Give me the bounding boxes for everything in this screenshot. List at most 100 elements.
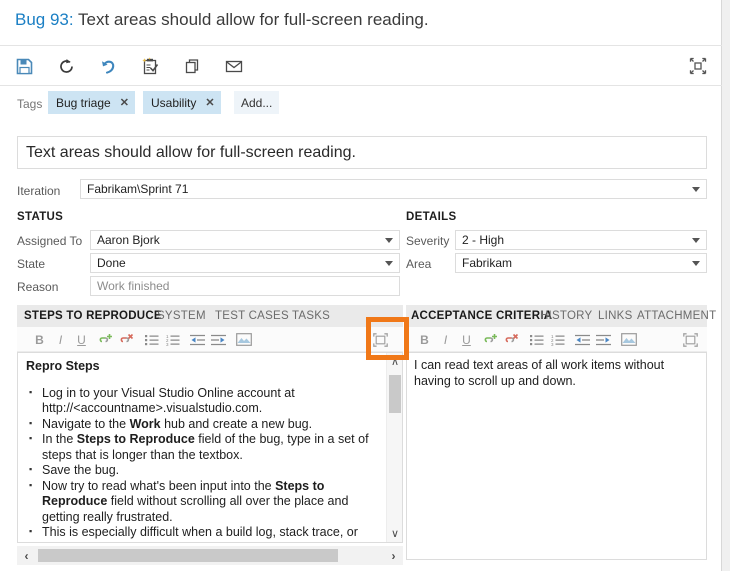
bulleted-list-icon[interactable]: [141, 329, 162, 350]
list-item: Now try to read what's been input into t…: [29, 478, 377, 526]
tab-system[interactable]: SYSTEM: [157, 305, 206, 327]
tab-history[interactable]: HISTORY: [540, 305, 592, 327]
list-item: This is especially difficult when a buil…: [29, 524, 377, 542]
assigned-to-value: Aaron Bjork: [97, 233, 160, 247]
maximize-editor-icon[interactable]: [680, 329, 701, 350]
bulleted-list-icon[interactable]: [526, 329, 547, 350]
state-value: Done: [97, 256, 126, 270]
repro-steps-heading: Repro Steps: [26, 359, 100, 373]
steps-to-reproduce-editor[interactable]: Repro Steps Log in to your Visual Studio…: [17, 352, 403, 543]
bold-glyph: B: [420, 332, 429, 347]
acceptance-criteria-text: I can read text areas of all work items …: [414, 358, 665, 388]
underline-icon[interactable]: U: [71, 329, 92, 350]
maximize-editor-icon[interactable]: [370, 329, 391, 350]
tab-links[interactable]: LINKS: [598, 305, 633, 327]
list-item: Navigate to the Work hub and create a ne…: [29, 416, 377, 433]
refresh-icon[interactable]: [51, 52, 81, 80]
svg-text:3: 3: [551, 342, 554, 346]
list-item: Save the bug.: [29, 462, 377, 479]
iteration-input[interactable]: Fabrikam\Sprint 71: [80, 179, 707, 199]
bold-icon[interactable]: B: [414, 329, 435, 350]
remove-tag-icon[interactable]: ✕: [205, 96, 214, 109]
bold-glyph: B: [35, 332, 44, 347]
tab-attachment[interactable]: ATTACHMENT: [637, 305, 716, 327]
page-title: Bug 93: Text areas should allow for full…: [15, 10, 429, 30]
insert-image-icon[interactable]: [618, 329, 639, 350]
svg-text:3: 3: [166, 342, 169, 346]
acceptance-criteria-editor[interactable]: I can read text areas of all work items …: [406, 352, 707, 560]
italic-icon[interactable]: I: [50, 329, 71, 350]
tag-chip[interactable]: Bug triage ✕: [48, 91, 135, 114]
state-label: State: [17, 257, 46, 271]
severity-label: Severity: [406, 234, 450, 248]
underline-icon[interactable]: U: [456, 329, 477, 350]
repro-steps-list: Log in to your Visual Studio Online acco…: [26, 385, 377, 543]
work-item-title-text: Text areas should allow for full-screen …: [78, 10, 429, 29]
work-item-header: Bug 93: Text areas should allow for full…: [0, 0, 722, 46]
numbered-list-icon[interactable]: 1 2 3: [162, 329, 183, 350]
editor-horizontal-scrollbar[interactable]: ‹ ›: [17, 546, 403, 565]
chevron-down-icon[interactable]: [385, 238, 393, 243]
numbered-list-icon[interactable]: 1 2 3: [547, 329, 568, 350]
chevron-down-icon[interactable]: [692, 187, 700, 192]
copy-icon[interactable]: [177, 52, 207, 80]
work-item-id-link[interactable]: Bug 93:: [15, 10, 74, 29]
title-input[interactable]: Text areas should allow for full-screen …: [17, 136, 707, 169]
state-input[interactable]: Done: [90, 253, 400, 273]
bold-icon[interactable]: B: [29, 329, 50, 350]
remove-link-icon[interactable]: [501, 329, 522, 350]
editor-vertical-scrollbar[interactable]: ∧ ∨: [386, 353, 402, 542]
remove-link-icon[interactable]: [116, 329, 137, 350]
left-editor-toolbar: B I U 1 2 3: [17, 327, 403, 352]
insert-image-icon[interactable]: [233, 329, 254, 350]
italic-glyph: I: [58, 332, 63, 347]
left-panel-tabstrip: STEPS TO REPRODUCE SYSTEM TEST CASES TAS…: [17, 305, 403, 327]
area-label: Area: [406, 257, 432, 271]
undo-icon[interactable]: [93, 52, 123, 80]
tags-row: Tags Bug triage ✕ Usability ✕ Add...: [0, 87, 722, 123]
scroll-up-icon[interactable]: ∧: [387, 353, 402, 370]
new-linked-work-item-icon[interactable]: [135, 52, 165, 80]
assigned-to-input[interactable]: Aaron Bjork: [90, 230, 400, 250]
severity-value: 2 - High: [462, 233, 505, 247]
work-item-toolbar: [0, 46, 722, 86]
insert-link-icon[interactable]: [480, 329, 501, 350]
work-item-form: Bug 93: Text areas should allow for full…: [0, 0, 722, 571]
horizontal-scroll-thumb[interactable]: [38, 549, 338, 562]
underline-glyph: U: [462, 332, 471, 347]
reason-value: Work finished: [97, 279, 170, 293]
tab-test-cases[interactable]: TEST CASES: [215, 305, 289, 327]
remove-tag-icon[interactable]: ✕: [120, 96, 129, 109]
insert-link-icon[interactable]: [95, 329, 116, 350]
area-input[interactable]: Fabrikam: [455, 253, 707, 273]
chevron-down-icon[interactable]: [692, 238, 700, 243]
decrease-indent-icon[interactable]: [572, 329, 593, 350]
add-tag-button[interactable]: Add...: [234, 91, 280, 114]
reason-label: Reason: [17, 280, 59, 294]
reason-input: Work finished: [90, 276, 400, 296]
scroll-left-icon[interactable]: ‹: [17, 546, 36, 565]
iteration-value: Fabrikam\Sprint 71: [87, 182, 189, 196]
severity-input[interactable]: 2 - High: [455, 230, 707, 250]
scroll-right-icon[interactable]: ›: [384, 546, 403, 565]
collapse-inward-icon[interactable]: [683, 52, 713, 80]
increase-indent-icon[interactable]: [208, 329, 229, 350]
save-icon[interactable]: [9, 52, 39, 80]
tag-chip[interactable]: Usability ✕: [143, 91, 221, 114]
tab-steps-to-reproduce[interactable]: STEPS TO REPRODUCE: [24, 305, 162, 327]
right-panel-tabstrip: ACCEPTANCE CRITERIA HISTORY LINKS ATTACH…: [406, 305, 716, 327]
increase-indent-icon[interactable]: [593, 329, 614, 350]
acceptance-criteria-content[interactable]: I can read text areas of all work items …: [407, 353, 706, 559]
steps-to-reproduce-content[interactable]: Repro Steps Log in to your Visual Studio…: [18, 353, 385, 542]
vertical-scroll-thumb[interactable]: [389, 375, 401, 413]
area-value: Fabrikam: [462, 256, 513, 270]
decrease-indent-icon[interactable]: [187, 329, 208, 350]
chevron-down-icon[interactable]: [385, 261, 393, 266]
scroll-down-icon[interactable]: ∨: [387, 525, 402, 542]
tab-tasks[interactable]: TASKS: [292, 305, 330, 327]
email-icon[interactable]: [219, 52, 249, 80]
chevron-down-icon[interactable]: [692, 261, 700, 266]
tab-acceptance-criteria[interactable]: ACCEPTANCE CRITERIA: [411, 305, 552, 327]
iteration-label: Iteration: [17, 184, 61, 198]
italic-icon[interactable]: I: [435, 329, 456, 350]
